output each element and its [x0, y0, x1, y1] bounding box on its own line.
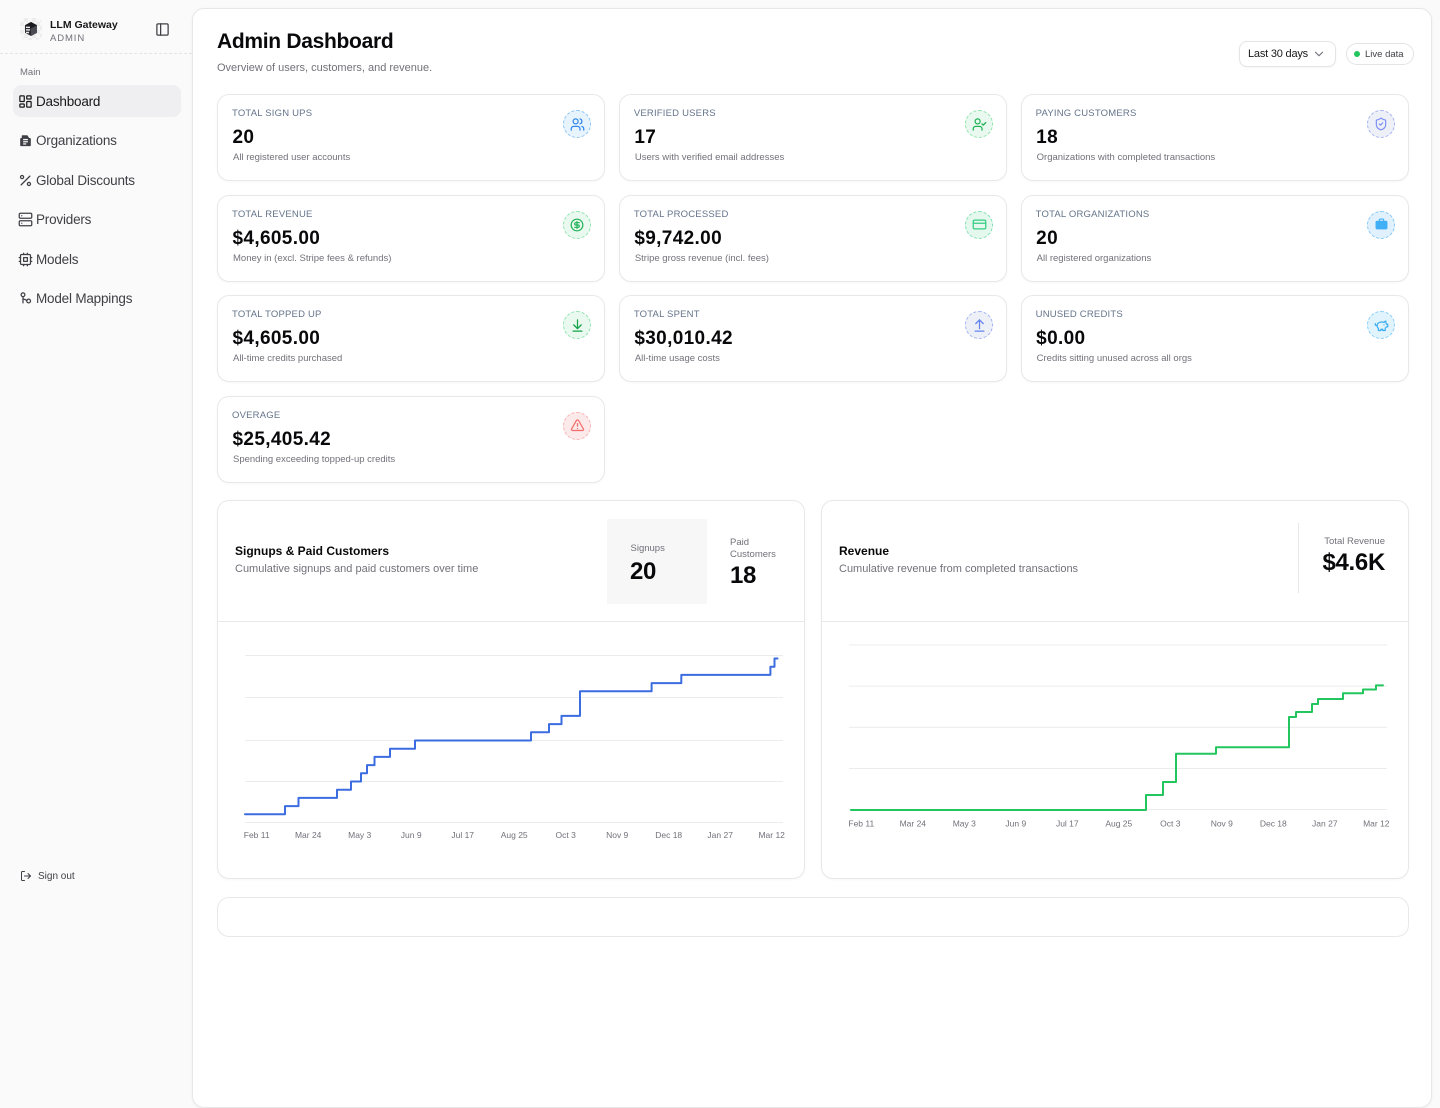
- svg-text:Nov 9: Nov 9: [1211, 819, 1233, 829]
- svg-text:Aug 25: Aug 25: [501, 830, 528, 840]
- svg-text:Dec 18: Dec 18: [655, 830, 682, 840]
- svg-text:Dec 18: Dec 18: [1260, 819, 1287, 829]
- svg-text:Mar 12: Mar 12: [1363, 819, 1390, 829]
- svg-text:Jul 17: Jul 17: [1056, 819, 1079, 829]
- svg-text:Jan 27: Jan 27: [1312, 819, 1338, 829]
- svg-text:Jun 9: Jun 9: [401, 830, 422, 840]
- svg-text:Feb 11: Feb 11: [848, 819, 874, 829]
- svg-text:Nov 9: Nov 9: [606, 830, 628, 840]
- svg-text:Oct 3: Oct 3: [1160, 819, 1181, 829]
- svg-text:Jan 27: Jan 27: [707, 830, 733, 840]
- svg-text:May 3: May 3: [953, 819, 976, 829]
- svg-text:Oct 3: Oct 3: [556, 830, 577, 840]
- svg-text:May 3: May 3: [348, 830, 371, 840]
- svg-text:Aug 25: Aug 25: [1105, 819, 1132, 829]
- svg-text:Mar 12: Mar 12: [758, 830, 785, 840]
- svg-text:Jul 17: Jul 17: [451, 830, 474, 840]
- svg-text:Feb 11: Feb 11: [244, 830, 270, 840]
- svg-text:Mar 24: Mar 24: [900, 819, 927, 829]
- svg-text:Mar 24: Mar 24: [295, 830, 322, 840]
- svg-text:Jun 9: Jun 9: [1005, 819, 1026, 829]
